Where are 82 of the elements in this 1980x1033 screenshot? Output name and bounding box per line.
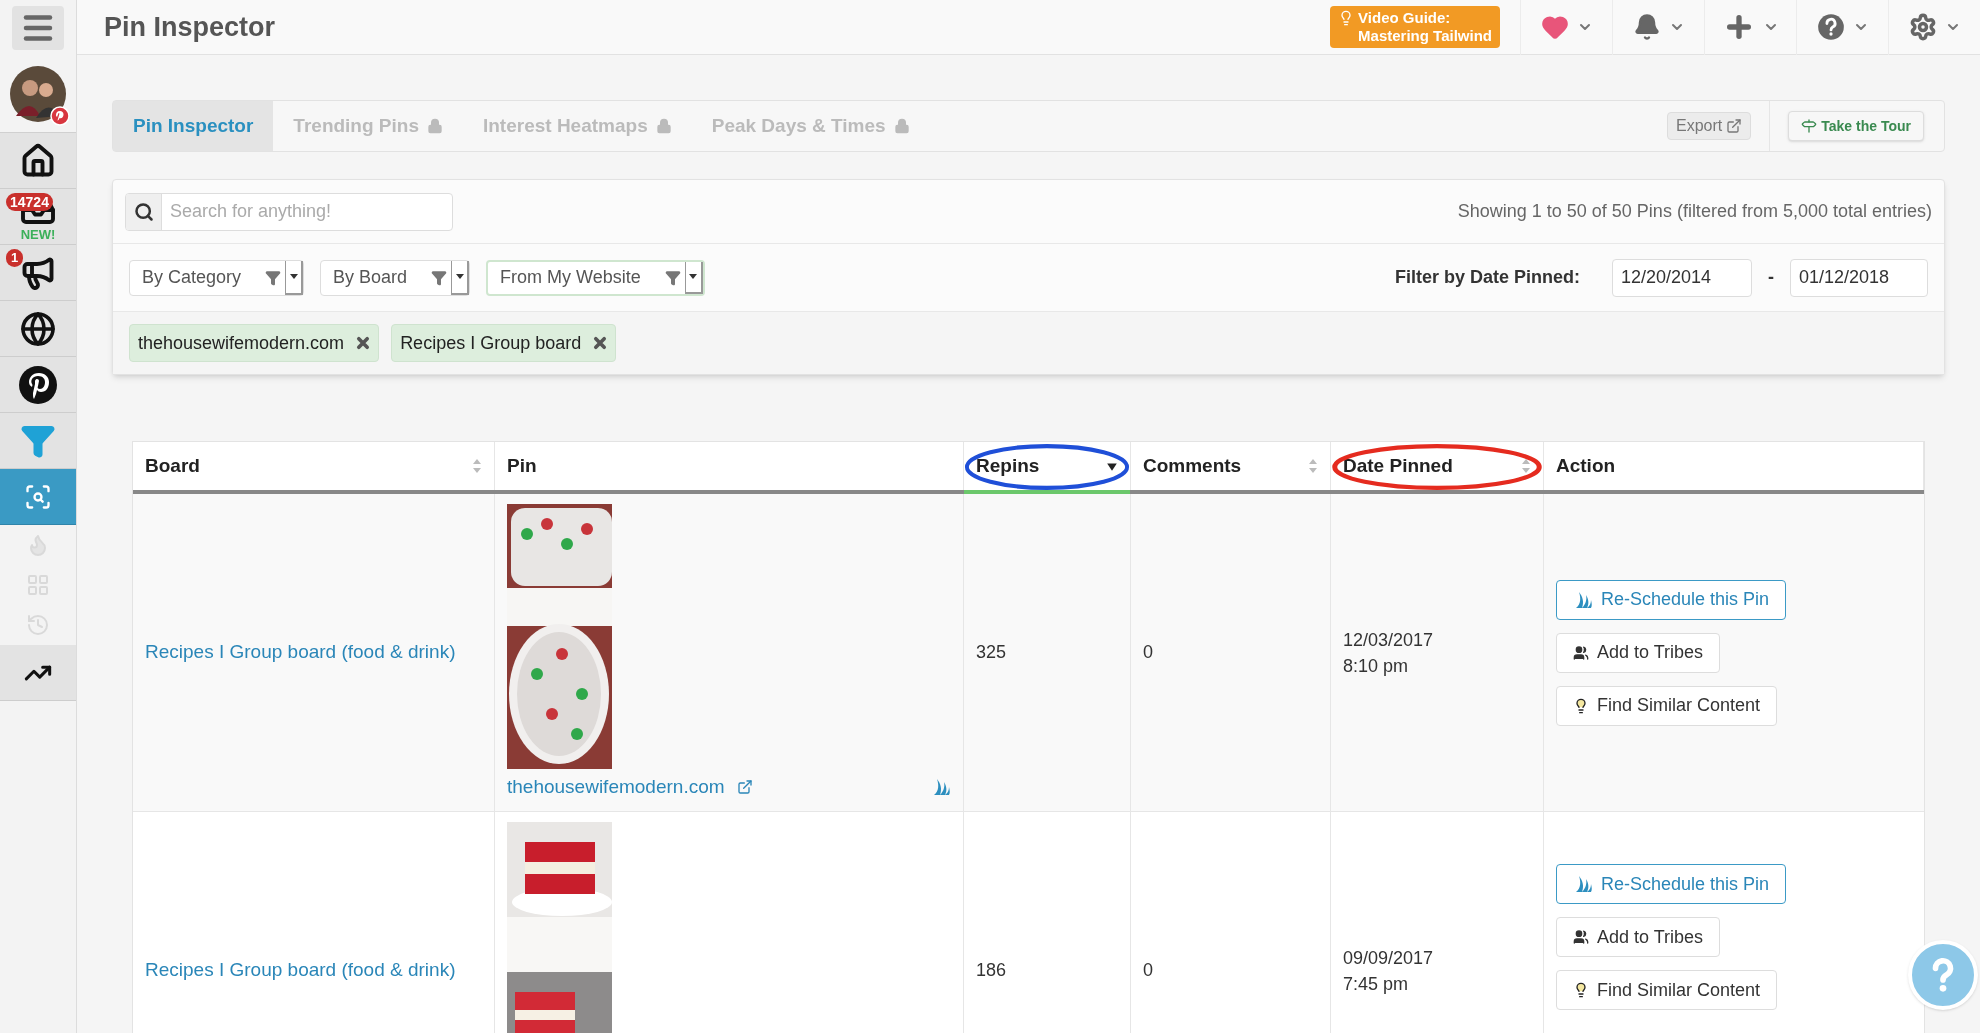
external-link-icon (1726, 118, 1743, 134)
inspector-icon (24, 482, 52, 511)
export-button[interactable]: Export (1667, 112, 1752, 140)
comments-count: 0 (1143, 641, 1153, 664)
page-title: Pin Inspector (104, 10, 276, 44)
home-icon (20, 142, 56, 179)
settings-icon (1908, 13, 1937, 41)
tour-button[interactable]: Take the Tour (1788, 111, 1924, 141)
wing-icon (1573, 874, 1593, 894)
filter-icon (431, 269, 448, 286)
count-badge: 14724 (6, 193, 53, 211)
search-bar[interactable]: Search for anything! (125, 192, 453, 231)
board-link[interactable]: Recipes I Group board (food & drink) (145, 956, 456, 985)
sort-icon (1308, 458, 1318, 474)
search-icon (133, 201, 154, 222)
action-button[interactable]: Find Similar Content (1556, 685, 1778, 726)
pin-logo-icon (18, 364, 58, 405)
date-field[interactable]: 12/20/2014 (1612, 258, 1752, 297)
action-button[interactable]: Add to Tribes (1556, 632, 1721, 673)
column-header[interactable]: Date Pinned (1331, 442, 1544, 490)
people-icon (1573, 929, 1589, 945)
remove-icon[interactable] (356, 336, 371, 350)
lock-icon (655, 118, 672, 134)
sidebar-item[interactable] (0, 133, 76, 189)
wing-icon (931, 777, 951, 798)
filter-chip[interactable]: Recipes I Group board (391, 324, 617, 362)
count-badge: 1 (6, 249, 24, 267)
lock-icon (427, 118, 443, 134)
caret-icon (689, 274, 698, 279)
comments-count: 0 (1143, 959, 1153, 982)
pin-badge-icon (50, 105, 70, 126)
source-link[interactable]: thehousewifemodern.com (507, 773, 725, 802)
action-button[interactable]: Re-Schedule this Pin (1556, 864, 1787, 904)
history-icon (26, 613, 50, 637)
grid-icon (26, 573, 50, 597)
pin-date: 12/03/2017 (1343, 628, 1435, 652)
lightbulb-icon (1573, 982, 1589, 998)
globe-icon (20, 310, 56, 347)
results-summary: Showing 1 to 50 of 50 Pins (filtered from 5,000 total entries) (1457, 200, 1932, 223)
lightbulb-icon (1573, 697, 1589, 714)
filter-chip[interactable]: thehousewifemodern.com (129, 324, 380, 362)
repins-count: 325 (976, 641, 1007, 664)
repins-count: 186 (976, 959, 1007, 982)
pin-time: 7:45 pm (1343, 972, 1410, 996)
help-icon (1816, 13, 1845, 41)
filter-dropdown[interactable]: By Board (320, 259, 471, 296)
action-button[interactable]: Re-Schedule this Pin (1556, 579, 1787, 620)
sidebar-item[interactable]: 14724 NEW! (0, 189, 76, 245)
sidebar-item[interactable]: 1 (0, 245, 76, 301)
filter-icon (664, 269, 681, 286)
people-icon (1573, 644, 1589, 661)
filter-icon (265, 269, 282, 286)
column-header[interactable]: Action (1544, 442, 1924, 490)
action-button[interactable]: Add to Tribes (1556, 917, 1721, 957)
filter-dropdown[interactable]: By Category (129, 259, 305, 296)
search-field[interactable]: Search for anything! (162, 193, 452, 230)
sort-icon (1521, 458, 1531, 474)
pin-date: 09/09/2017 (1343, 946, 1435, 970)
filter-dropdown[interactable]: From My Website (486, 259, 705, 296)
avatar[interactable] (10, 65, 66, 122)
menu-button[interactable] (12, 5, 64, 50)
column-header[interactable]: Comments (1131, 442, 1331, 490)
board-link[interactable]: Recipes I Group board (food & drink) (145, 638, 456, 667)
bell-icon (1632, 13, 1661, 41)
caret-icon (289, 274, 298, 279)
sidebar-item[interactable] (0, 301, 76, 357)
caret-icon (455, 274, 464, 279)
signpost-icon (1801, 118, 1818, 134)
action-button[interactable]: Find Similar Content (1556, 970, 1778, 1010)
remove-icon[interactable] (593, 336, 608, 350)
external-link-icon[interactable] (736, 779, 753, 796)
lock-icon (893, 118, 910, 134)
date-field[interactable]: 01/12/2018 (1790, 258, 1928, 297)
heart-icon (1540, 13, 1569, 41)
new-label: NEW! (20, 228, 56, 241)
column-header[interactable]: Board (133, 442, 495, 490)
date-filter-label: Filter by Date Pinned: (1394, 266, 1580, 289)
date-separator: - (1768, 266, 1774, 289)
sidebar-item[interactable] (0, 357, 76, 413)
sidebar-item[interactable] (0, 645, 76, 701)
pin-time: 8:10 pm (1343, 654, 1410, 678)
sort-icon (472, 458, 482, 474)
